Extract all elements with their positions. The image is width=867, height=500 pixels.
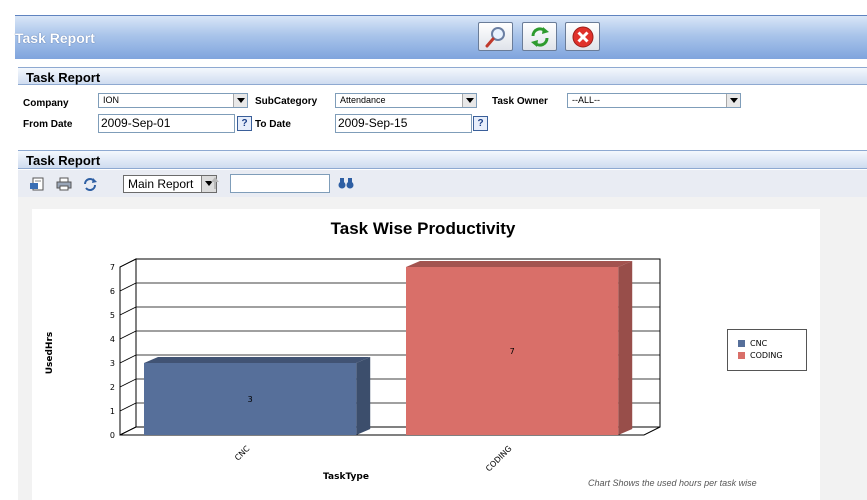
y-tick-label: 0 bbox=[110, 431, 115, 440]
chart-legend: CNC CODING bbox=[727, 329, 807, 371]
y-tick-label: 4 bbox=[110, 335, 115, 344]
bar-data-label: 3 bbox=[248, 395, 253, 404]
bar-top bbox=[144, 357, 371, 363]
legend-swatch-cnc bbox=[738, 340, 745, 347]
y-axis-label: UsedHrs bbox=[45, 332, 55, 375]
bar-side bbox=[618, 261, 633, 435]
y-tick-label: 3 bbox=[110, 359, 115, 368]
chart-canvas: Task Wise Productivity 3 7 0 1 2 3 4 5 6 7 CNC CO… bbox=[45, 219, 661, 482]
legend-swatch-coding bbox=[738, 352, 745, 359]
y-tick-label: 6 bbox=[110, 287, 115, 296]
chart-title: Task Wise Productivity bbox=[331, 219, 516, 238]
x-axis-label: TaskType bbox=[323, 472, 369, 482]
y-tick-labels: 0 1 2 3 4 5 6 7 bbox=[110, 263, 115, 440]
y-tick-label: 2 bbox=[110, 383, 115, 392]
bar-data-label: 7 bbox=[510, 347, 515, 356]
x-tick-label: CNC bbox=[233, 444, 252, 463]
x-tick-label: CODING bbox=[484, 444, 513, 473]
chart-footnote: Chart Shows the used hours per task wise bbox=[588, 478, 757, 488]
legend-item-cnc: CNC bbox=[738, 339, 767, 348]
bar-side bbox=[356, 357, 371, 435]
y-tick-label: 5 bbox=[110, 311, 115, 320]
x-tick-labels: CNC CODING bbox=[233, 444, 513, 474]
legend-label-coding: CODING bbox=[750, 351, 783, 360]
legend-label-cnc: CNC bbox=[750, 339, 768, 348]
bar-top bbox=[406, 261, 633, 267]
y-tick-label: 1 bbox=[110, 407, 115, 416]
chart-side-wall bbox=[119, 258, 137, 436]
y-tick-label: 7 bbox=[110, 263, 115, 272]
legend-item-coding: CODING bbox=[738, 351, 783, 360]
